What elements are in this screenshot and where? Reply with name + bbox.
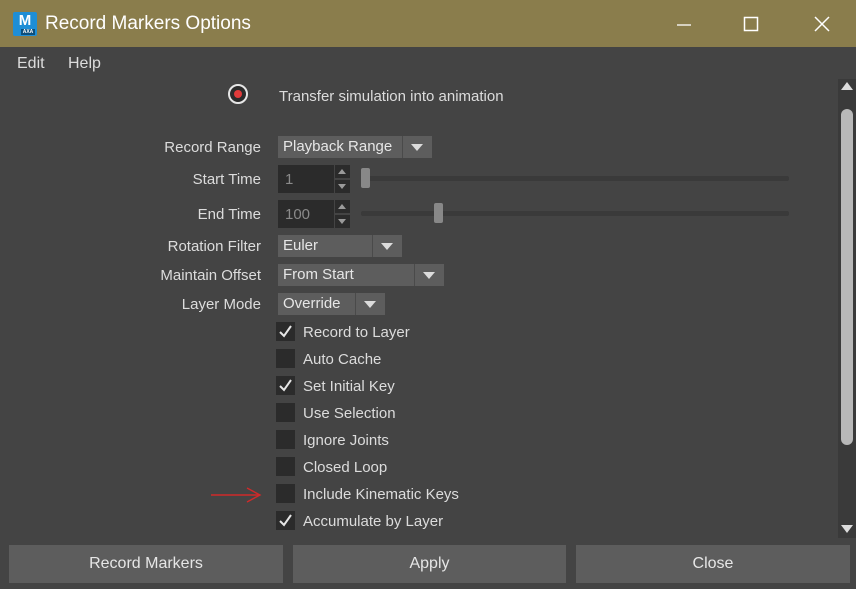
chevron-down-icon [381,243,393,250]
checkbox-label: Closed Loop [303,459,388,476]
checkbox-record-to-layer[interactable] [276,322,295,341]
maximize-button[interactable] [718,0,784,47]
end-time-slider-thumb[interactable] [433,203,443,223]
end-time-spinner[interactable] [335,200,350,228]
title-bar: M AXA Record Markers Options [0,0,856,47]
window-title: Record Markers Options [45,13,251,34]
layer-mode-dropdown[interactable]: Override [278,293,385,315]
dropdown-separator [355,293,356,315]
start-time-value: 1 [285,171,294,188]
maintain-offset-value: From Start [283,266,354,283]
end-time-value: 100 [285,206,311,223]
rotation-filter-value: Euler [283,237,319,254]
minimize-button[interactable] [651,0,717,47]
record-range-value: Playback Range [283,138,393,155]
checkmark-icon [279,379,292,392]
end-time-field[interactable]: 100 [278,200,334,228]
vertical-scrollbar[interactable] [838,79,856,538]
dropdown-separator [372,235,373,257]
start-time-slider-thumb[interactable] [361,168,370,188]
end-time-label: End Time [197,206,261,223]
dropdown-separator [414,264,415,286]
close-icon [814,16,830,32]
record-range-label: Record Range [164,139,261,156]
record-markers-button[interactable]: Record Markers [9,545,283,583]
spin-down-icon[interactable] [335,215,350,228]
maya-app-icon: M AXA [13,12,37,36]
scroll-up-icon[interactable] [841,82,853,90]
scroll-down-icon[interactable] [841,525,853,533]
checkmark-icon [279,514,292,527]
rotation-filter-dropdown[interactable]: Euler [278,235,402,257]
chevron-down-icon [423,272,435,279]
checkbox-accumulate-by-layer[interactable] [276,511,295,530]
layer-mode-label: Layer Mode [181,296,261,313]
menu-edit[interactable]: Edit [17,55,45,73]
checkbox-label: Ignore Joints [303,432,389,449]
close-window-button[interactable] [789,0,855,47]
spin-up-icon[interactable] [335,165,350,178]
rotation-filter-label: Rotation Filter [167,238,261,255]
maintain-offset-dropdown[interactable]: From Start [278,264,444,286]
layer-mode-value: Override [283,295,341,312]
start-time-slider-track[interactable] [361,176,789,181]
transfer-radio-button[interactable] [228,84,248,104]
apply-button[interactable]: Apply [293,545,566,583]
checkbox-label: Set Initial Key [303,378,395,395]
checkmark-icon [279,325,292,338]
spin-up-icon[interactable] [335,200,350,213]
checkbox-ignore-joints[interactable] [276,430,295,449]
checkbox-label: Include Kinematic Keys [303,486,459,503]
maximize-icon [743,16,759,32]
chevron-down-icon [411,144,423,151]
menu-help[interactable]: Help [68,55,101,73]
chevron-down-icon [364,301,376,308]
checkbox-label: Record to Layer [303,324,410,341]
dropdown-separator [402,136,403,158]
app-icon-sub: AXA [21,29,35,35]
start-time-field[interactable]: 1 [278,165,334,193]
checkbox-set-initial-key[interactable] [276,376,295,395]
checkbox-include-kinematic-keys[interactable] [276,484,295,503]
checkbox-label: Use Selection [303,405,396,422]
checkbox-auto-cache[interactable] [276,349,295,368]
radio-selected-dot [234,90,242,98]
checkbox-use-selection[interactable] [276,403,295,422]
transfer-label: Transfer simulation into animation [279,88,504,105]
minimize-icon [677,24,691,26]
maintain-offset-label: Maintain Offset [160,267,261,284]
record-range-dropdown[interactable]: Playback Range [278,136,432,158]
scrollbar-thumb[interactable] [841,109,853,445]
menu-bar: Edit Help [0,47,856,79]
app-icon-letter: M [18,12,32,29]
close-button[interactable]: Close [576,545,850,583]
annotation-arrow-icon [211,487,262,503]
checkbox-closed-loop[interactable] [276,457,295,476]
checkbox-label: Auto Cache [303,351,382,368]
checkbox-label: Accumulate by Layer [303,513,444,530]
start-time-label: Start Time [192,171,261,188]
end-time-slider-track[interactable] [361,211,789,216]
spin-down-icon[interactable] [335,180,350,193]
start-time-spinner[interactable] [335,165,350,193]
